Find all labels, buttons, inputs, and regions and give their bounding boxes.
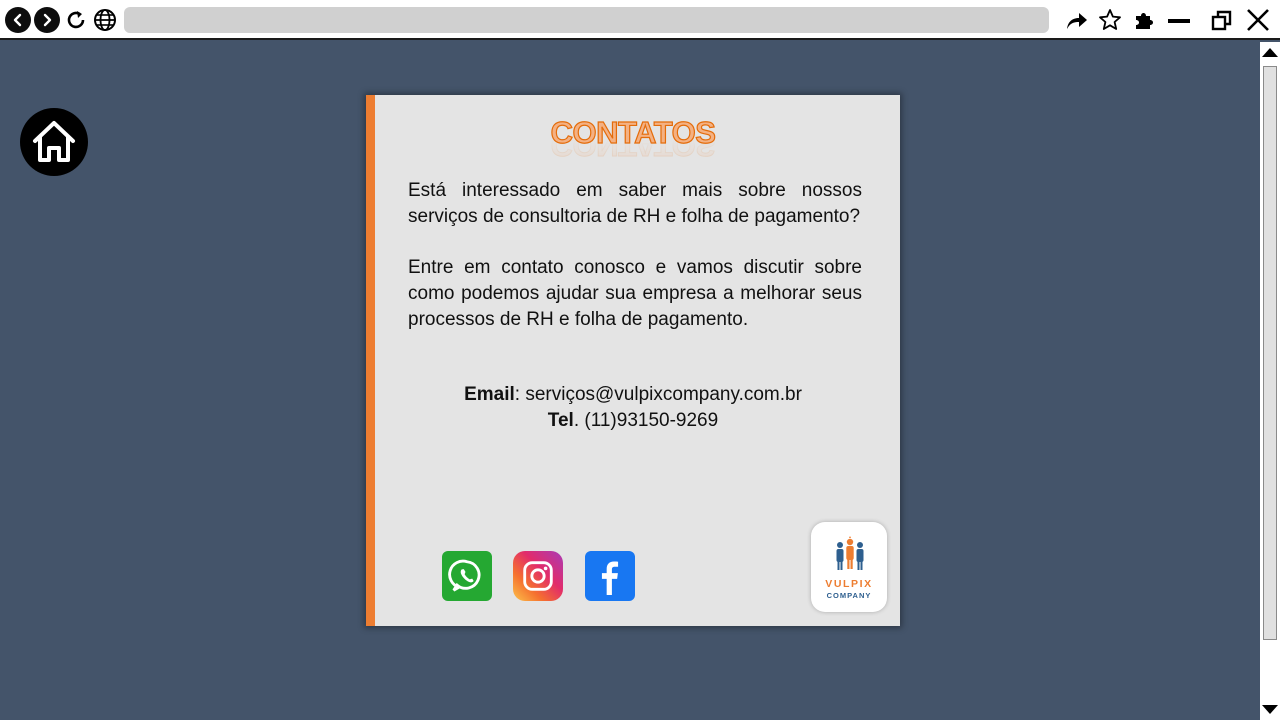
contact-info: Email: serviços@vulpixcompany.com.br Tel… <box>366 382 900 433</box>
restore-icon[interactable] <box>1208 6 1236 34</box>
reload-icon[interactable] <box>62 6 90 34</box>
forward-icon[interactable] <box>34 7 60 33</box>
tel-label: Tel <box>547 409 574 431</box>
email-line: Email: serviços@vulpixcompany.com.br <box>366 382 900 408</box>
instagram-icon[interactable] <box>513 551 563 601</box>
home-icon <box>33 121 75 162</box>
whatsapp-icon[interactable] <box>442 551 492 601</box>
vertical-scrollbar[interactable] <box>1260 42 1280 720</box>
facebook-icon[interactable] <box>585 551 635 601</box>
people-logo-icon <box>836 536 864 570</box>
intro-paragraph: Está interessado em saber mais sobre nos… <box>408 180 862 227</box>
star-icon[interactable] <box>1096 6 1124 34</box>
globe-icon[interactable] <box>91 6 119 34</box>
card-accent-bar <box>366 95 375 626</box>
contact-card: CONTATOS CONTATOS Está interessado em sa… <box>366 95 900 626</box>
extensions-icon[interactable] <box>1130 6 1158 34</box>
email-value[interactable]: : serviços@vulpixcompany.com.br <box>515 384 802 405</box>
scroll-down-arrow-icon[interactable] <box>1260 702 1280 718</box>
cta-paragraph: Entre em contato conosco e vamos discuti… <box>408 257 862 330</box>
minimize-icon[interactable] <box>1165 6 1193 34</box>
share-icon[interactable] <box>1062 6 1090 34</box>
home-button[interactable] <box>20 108 88 176</box>
close-icon[interactable] <box>1244 6 1272 34</box>
scroll-up-arrow-icon[interactable] <box>1260 44 1280 60</box>
address-bar[interactable] <box>124 7 1049 33</box>
browser-toolbar <box>0 0 1280 40</box>
company-logo: VULPIX COMPANY <box>811 522 887 612</box>
logo-subtitle: COMPANY <box>826 591 872 600</box>
email-label: Email <box>464 384 515 405</box>
logo-name: VULPIX <box>825 578 873 590</box>
tel-line: Tel. (11)93150-9269 <box>366 408 900 434</box>
tel-value[interactable]: . (11)93150-9269 <box>574 410 718 431</box>
scroll-thumb[interactable] <box>1263 66 1277 640</box>
card-body: Está interessado em saber mais sobre nos… <box>408 178 862 358</box>
page-title-reflection: CONTATOS <box>550 139 716 163</box>
back-icon[interactable] <box>5 7 31 33</box>
